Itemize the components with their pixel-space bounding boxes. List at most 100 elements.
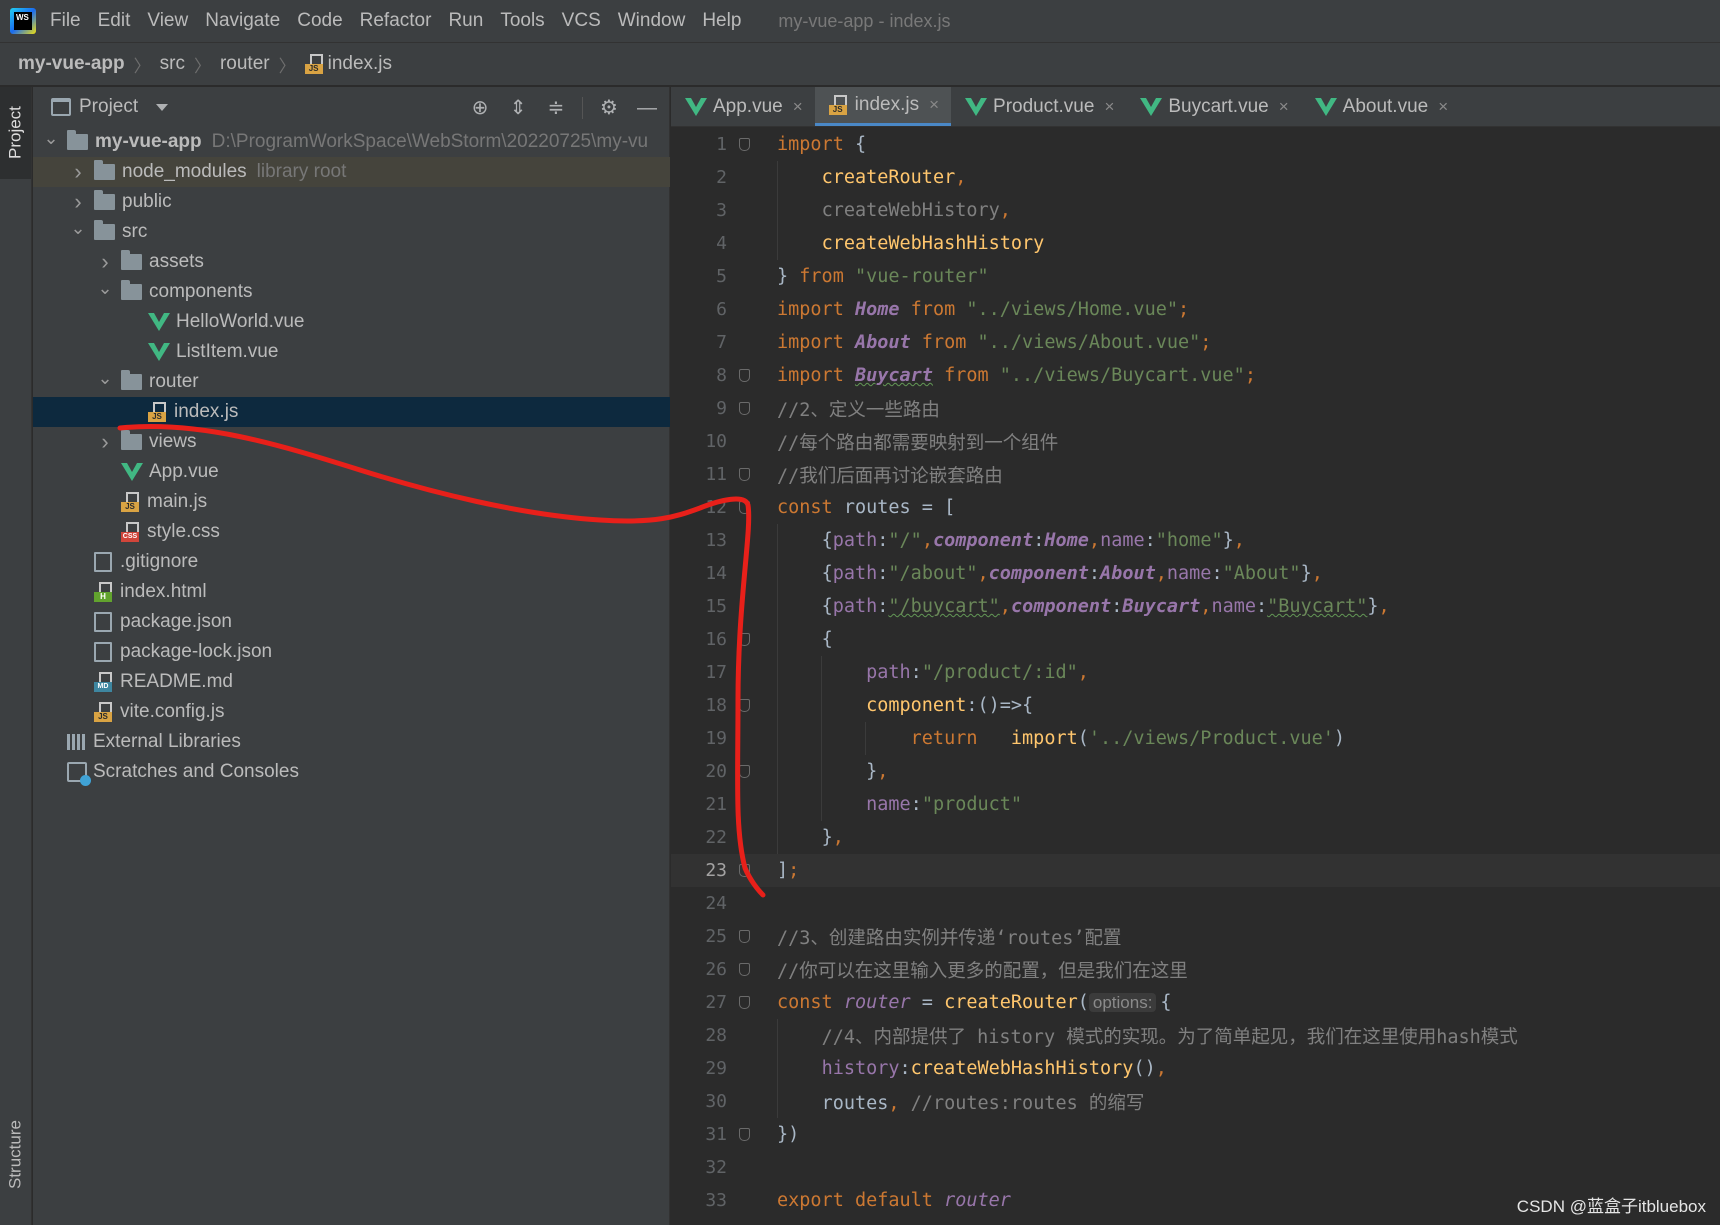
menu-refactor[interactable]: Refactor: [360, 10, 432, 32]
gutter: [731, 425, 755, 458]
chevron-down-icon[interactable]: ⌄: [70, 218, 86, 239]
editor-tab[interactable]: Product.vue ×: [951, 87, 1126, 126]
tree-item[interactable]: ⌄ my-vue-app D:\ProgramWorkSpace\WebStorm\…: [33, 127, 670, 157]
fold-marker-icon[interactable]: [739, 765, 750, 778]
tree-item[interactable]: ›JSindex.js: [33, 397, 670, 427]
chevron-right-icon[interactable]: ›: [70, 189, 86, 215]
fold-marker-icon[interactable]: [739, 930, 750, 943]
menu-run[interactable]: Run: [448, 10, 483, 32]
menu-help[interactable]: Help: [702, 10, 741, 32]
collapse-all-icon[interactable]: ≑: [544, 96, 568, 120]
editor-tab[interactable]: About.vue ×: [1301, 87, 1461, 126]
gutter: [731, 887, 755, 920]
editor-tab[interactable]: Buycart.vue ×: [1126, 87, 1300, 126]
chevron-right-icon[interactable]: ›: [70, 159, 86, 185]
fold-marker-icon[interactable]: [739, 402, 750, 415]
breadcrumb-separator: 〉: [133, 56, 151, 76]
tree-item[interactable]: ⌄ src: [33, 217, 670, 247]
fold-marker-icon[interactable]: [739, 369, 750, 382]
tree-item[interactable]: ›JSmain.js: [33, 487, 670, 517]
structure-tool-tab[interactable]: Structure: [0, 1107, 31, 1203]
close-icon[interactable]: ×: [1279, 97, 1289, 117]
code-token: "../views/Buycart.vue": [999, 365, 1245, 386]
close-icon[interactable]: ×: [929, 95, 939, 115]
tree-item[interactable]: ›CSSstyle.css: [33, 517, 670, 547]
menu-vcs[interactable]: VCS: [562, 10, 601, 32]
tree-item[interactable]: ›Scratches and Consoles: [33, 757, 670, 787]
breadcrumb-file[interactable]: index.js: [328, 53, 392, 75]
code-token: path: [832, 530, 878, 551]
fold-marker-icon[interactable]: [739, 501, 750, 514]
tree-item[interactable]: ›External Libraries: [33, 727, 670, 757]
chevron-down-icon[interactable]: ⌄: [97, 368, 113, 389]
line-number: 14: [705, 563, 727, 584]
tree-item[interactable]: › node_modules library root: [33, 157, 670, 187]
code-line: 22 },: [671, 821, 1720, 854]
chevron-down-icon[interactable]: ⌄: [97, 278, 113, 299]
breadcrumb-src[interactable]: src: [160, 53, 185, 75]
chevron-right-icon[interactable]: ›: [97, 249, 113, 275]
tree-item[interactable]: › public: [33, 187, 670, 217]
tree-item[interactable]: ›.gitignore: [33, 547, 670, 577]
editor-tab[interactable]: JS index.js ×: [814, 87, 952, 126]
code-token: const: [777, 497, 844, 518]
menu-tools[interactable]: Tools: [500, 10, 544, 32]
project-tool-tab[interactable]: Project: [0, 87, 31, 179]
menu-view[interactable]: View: [147, 10, 188, 32]
line-number: 2: [716, 167, 727, 188]
tree-item[interactable]: › assets: [33, 247, 670, 277]
code-line: 3 createWebHistory,: [671, 194, 1720, 227]
gear-icon[interactable]: ⚙: [597, 96, 621, 120]
folder-icon: [121, 370, 142, 390]
indent-guide: [777, 161, 778, 194]
menu-navigate[interactable]: Navigate: [205, 10, 280, 32]
expand-all-icon[interactable]: ⇕: [506, 96, 530, 120]
project-panel-title[interactable]: Project: [79, 96, 138, 118]
menu-code[interactable]: Code: [297, 10, 342, 32]
tree-item[interactable]: ›Hindex.html: [33, 577, 670, 607]
code-token: createWebHistory: [821, 200, 1000, 221]
tree-item-label: External Libraries: [93, 731, 241, 752]
fold-marker-icon[interactable]: [739, 633, 750, 646]
tree-item[interactable]: ⌄ components: [33, 277, 670, 307]
fold-marker-icon[interactable]: [739, 138, 750, 151]
gutter: [731, 755, 755, 788]
code-token: "About": [1222, 563, 1301, 584]
chevron-down-icon[interactable]: [156, 103, 169, 111]
locate-file-icon[interactable]: ⊕: [468, 96, 492, 120]
close-icon[interactable]: ×: [1104, 97, 1114, 117]
menu-window[interactable]: Window: [618, 10, 686, 32]
close-icon[interactable]: ×: [793, 97, 803, 117]
hide-panel-icon[interactable]: —: [635, 96, 659, 120]
tree-item[interactable]: ›App.vue: [33, 457, 670, 487]
editor-tab[interactable]: App.vue ×: [671, 87, 815, 126]
code-line: 16 {: [671, 623, 1720, 656]
tree-item[interactable]: ⌄ router: [33, 367, 670, 397]
fold-marker-icon[interactable]: [739, 996, 750, 1009]
folder-icon: [121, 280, 142, 300]
tree-item[interactable]: ›package-lock.json: [33, 637, 670, 667]
line-number: 28: [705, 1025, 727, 1046]
fold-marker-icon[interactable]: [739, 963, 750, 976]
gutter: [731, 920, 755, 953]
tree-item[interactable]: › views: [33, 427, 670, 457]
fold-marker-icon[interactable]: [739, 864, 750, 877]
breadcrumb-router[interactable]: router: [220, 53, 270, 75]
breadcrumb-project[interactable]: my-vue-app: [18, 53, 125, 75]
code-area[interactable]: 1 import {2 createRouter, 3 createWebHisto…: [671, 128, 1720, 1217]
tree-item[interactable]: ›JSvite.config.js: [33, 697, 670, 727]
tree-item[interactable]: ›ListItem.vue: [33, 337, 670, 367]
fold-marker-icon[interactable]: [739, 1128, 750, 1141]
fold-marker-icon[interactable]: [739, 699, 750, 712]
close-icon[interactable]: ×: [1438, 97, 1448, 117]
chevron-right-icon[interactable]: ›: [97, 429, 113, 455]
menu-edit[interactable]: Edit: [98, 10, 131, 32]
chevron-down-icon[interactable]: ⌄: [43, 128, 59, 149]
code-line: 7 import About from "../views/About.vue";: [671, 326, 1720, 359]
fold-marker-icon[interactable]: [739, 468, 750, 481]
tree-item[interactable]: ›HelloWorld.vue: [33, 307, 670, 337]
code-token: ,: [977, 563, 989, 584]
menu-file[interactable]: File: [50, 10, 81, 32]
tree-item[interactable]: ›MDREADME.md: [33, 667, 670, 697]
tree-item[interactable]: ›package.json: [33, 607, 670, 637]
